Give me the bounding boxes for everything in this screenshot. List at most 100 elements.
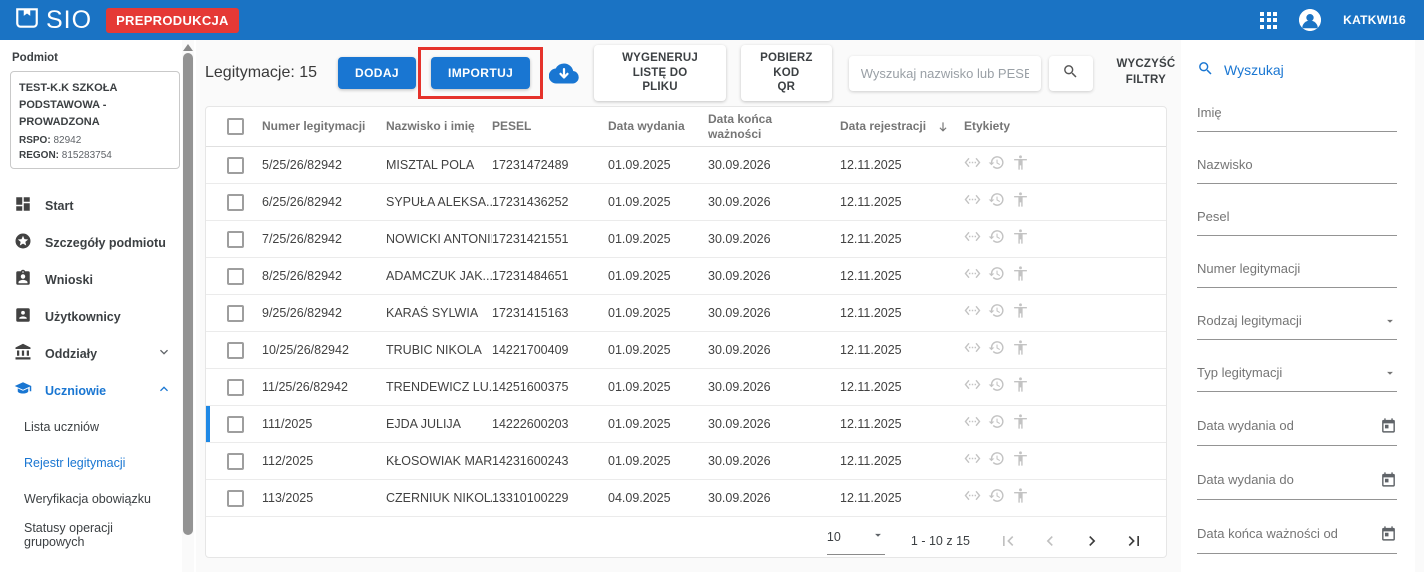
sio-logo[interactable]: SIO — [14, 5, 92, 36]
accessibility-person-icon[interactable] — [1012, 154, 1029, 176]
accessibility-person-icon[interactable] — [1012, 487, 1029, 509]
prev-page-icon[interactable] — [1040, 531, 1060, 551]
filter-field[interactable]: Imię — [1197, 105, 1397, 132]
sidebar-item-weryfikacja-obowiazku[interactable]: Weryfikacja obowiązku — [10, 481, 174, 517]
page-size-select[interactable]: 10 — [827, 528, 885, 555]
row-checkbox[interactable] — [227, 379, 244, 396]
caret-down-icon[interactable] — [1383, 366, 1397, 380]
table-row[interactable]: 10/25/26/82942 TRUBIC NIKOLA 14221700409… — [206, 332, 1166, 369]
dodaj-button[interactable]: DODAJ — [338, 57, 416, 89]
search-input[interactable] — [849, 56, 1041, 91]
next-page-icon[interactable] — [1082, 531, 1102, 551]
accessibility-person-icon[interactable] — [1012, 450, 1029, 472]
row-checkbox[interactable] — [227, 194, 244, 211]
history-icon[interactable] — [988, 191, 1005, 213]
row-checkbox[interactable] — [227, 157, 244, 174]
select-all-checkbox[interactable] — [227, 118, 244, 135]
history-icon[interactable] — [988, 339, 1005, 361]
search-button[interactable] — [1049, 56, 1093, 91]
accessibility-person-icon[interactable] — [1012, 302, 1029, 324]
table-row[interactable]: 11/25/26/82942 TRENDEWICZ LU... 14251600… — [206, 369, 1166, 406]
pobierz-kod-qr-button[interactable]: POBIERZ KOD QR — [741, 45, 832, 102]
apps-grid-icon[interactable] — [1260, 12, 1277, 29]
col-data-rejestracji[interactable]: Data rejestracji — [840, 119, 964, 134]
wyczysc-filtry-button[interactable]: WYCZYŚĆ FILTRY — [1108, 57, 1184, 88]
sidebar-item-uczniowie[interactable]: Uczniowie — [10, 372, 174, 409]
history-icon[interactable] — [988, 487, 1005, 509]
last-page-icon[interactable] — [1124, 531, 1144, 551]
accessibility-person-icon[interactable] — [1012, 228, 1029, 250]
sidebar-item-start[interactable]: Start — [10, 187, 174, 224]
row-checkbox[interactable] — [227, 453, 244, 470]
sidebar-scrollbar[interactable] — [182, 40, 194, 572]
wygeneruj-liste-button[interactable]: WYGENERUJ LISTĘ DO PLIKU — [594, 45, 726, 102]
calendar-icon[interactable] — [1380, 525, 1397, 542]
accessibility-person-icon[interactable] — [1012, 191, 1029, 213]
row-checkbox[interactable] — [227, 305, 244, 322]
caret-down-icon[interactable] — [1383, 314, 1397, 328]
filter-field[interactable]: Pesel — [1197, 209, 1397, 236]
table-row[interactable]: 5/25/26/82942 MISZTAL POLA 17231472489 0… — [206, 147, 1166, 184]
accessibility-person-icon[interactable] — [1012, 376, 1029, 398]
history-icon[interactable] — [988, 265, 1005, 287]
history-icon[interactable] — [988, 413, 1005, 435]
table-row[interactable]: 111/2025 EJDA JULIJA 14222600203 01.09.2… — [206, 406, 1166, 443]
code-brackets-icon[interactable] — [964, 154, 981, 176]
row-checkbox[interactable] — [227, 231, 244, 248]
filter-field[interactable]: Rodzaj legitymacji — [1197, 313, 1397, 340]
row-checkbox[interactable] — [227, 342, 244, 359]
table-pagination: 10 1 - 10 z 15 — [206, 519, 1166, 558]
sidebar-item-wnioski[interactable]: Wnioski — [10, 261, 174, 298]
filter-field[interactable]: Numer legitymacji — [1197, 261, 1397, 288]
code-brackets-icon[interactable] — [964, 376, 981, 398]
first-page-icon[interactable] — [998, 531, 1018, 551]
scrollbar-thumb[interactable] — [183, 53, 193, 535]
sort-descending-icon[interactable] — [936, 120, 950, 134]
user-avatar-icon[interactable] — [1299, 9, 1321, 31]
row-checkbox[interactable] — [227, 416, 244, 433]
cloud-download-icon[interactable] — [549, 61, 579, 85]
history-icon[interactable] — [988, 302, 1005, 324]
sidebar-item-rejestr-legitymacji[interactable]: Rejestr legitymacji — [10, 445, 174, 481]
filter-field[interactable]: Data wydania od — [1197, 417, 1397, 446]
code-brackets-icon[interactable] — [964, 265, 981, 287]
accessibility-person-icon[interactable] — [1012, 339, 1029, 361]
code-brackets-icon[interactable] — [964, 487, 981, 509]
importuj-button[interactable]: IMPORTUJ — [431, 57, 530, 89]
calendar-icon[interactable] — [1380, 471, 1397, 488]
cell-etykiety — [964, 191, 1166, 213]
table-row[interactable]: 9/25/26/82942 KARAŚ SYLWIA 17231415163 0… — [206, 295, 1166, 332]
history-icon[interactable] — [988, 154, 1005, 176]
row-checkbox[interactable] — [227, 490, 244, 507]
accessibility-person-icon[interactable] — [1012, 265, 1029, 287]
sidebar-item-uzytkownicy[interactable]: Użytkownicy — [10, 298, 174, 335]
table-row[interactable]: 113/2025 CZERNIUK NIKOLA 13310100229 04.… — [206, 480, 1166, 517]
history-icon[interactable] — [988, 376, 1005, 398]
filter-field[interactable]: Nazwisko — [1197, 157, 1397, 184]
sidebar-item-lista-uczniow[interactable]: Lista uczniów — [10, 409, 174, 445]
sidebar-item-statusy-operacji[interactable]: Statusy operacji grupowych — [10, 517, 174, 553]
scrollbar-up-arrow[interactable] — [183, 44, 193, 51]
code-brackets-icon[interactable] — [964, 413, 981, 435]
sidebar-item-oddzialy[interactable]: Oddziały — [10, 335, 174, 372]
row-checkbox[interactable] — [227, 268, 244, 285]
code-brackets-icon[interactable] — [964, 450, 981, 472]
table-row[interactable]: 112/2025 KŁOSOWIAK MAR... 14231600243 01… — [206, 443, 1166, 480]
table-row[interactable]: 8/25/26/82942 ADAMCZUK JAK... 1723148465… — [206, 258, 1166, 295]
username-label[interactable]: KATKWI16 — [1343, 13, 1406, 27]
table-row[interactable]: 7/25/26/82942 NOWICKI ANTONII 1723142155… — [206, 221, 1166, 258]
filter-field[interactable]: Typ legitymacji — [1197, 365, 1397, 392]
filter-field[interactable]: Data wydania do — [1197, 471, 1397, 500]
calendar-icon[interactable] — [1380, 417, 1397, 434]
history-icon[interactable] — [988, 228, 1005, 250]
code-brackets-icon[interactable] — [964, 228, 981, 250]
sidebar-item-szczegoly-podmiotu[interactable]: Szczegóły podmiotu — [10, 224, 174, 261]
history-icon[interactable] — [988, 450, 1005, 472]
table-row[interactable]: 6/25/26/82942 SYPUŁA ALEKSA... 172314362… — [206, 184, 1166, 221]
code-brackets-icon[interactable] — [964, 339, 981, 361]
code-brackets-icon[interactable] — [964, 191, 981, 213]
filter-field[interactable]: Data końca ważności od — [1197, 525, 1397, 554]
accessibility-person-icon[interactable] — [1012, 413, 1029, 435]
filter-panel-header[interactable]: Wyszukaj — [1197, 60, 1397, 80]
code-brackets-icon[interactable] — [964, 302, 981, 324]
